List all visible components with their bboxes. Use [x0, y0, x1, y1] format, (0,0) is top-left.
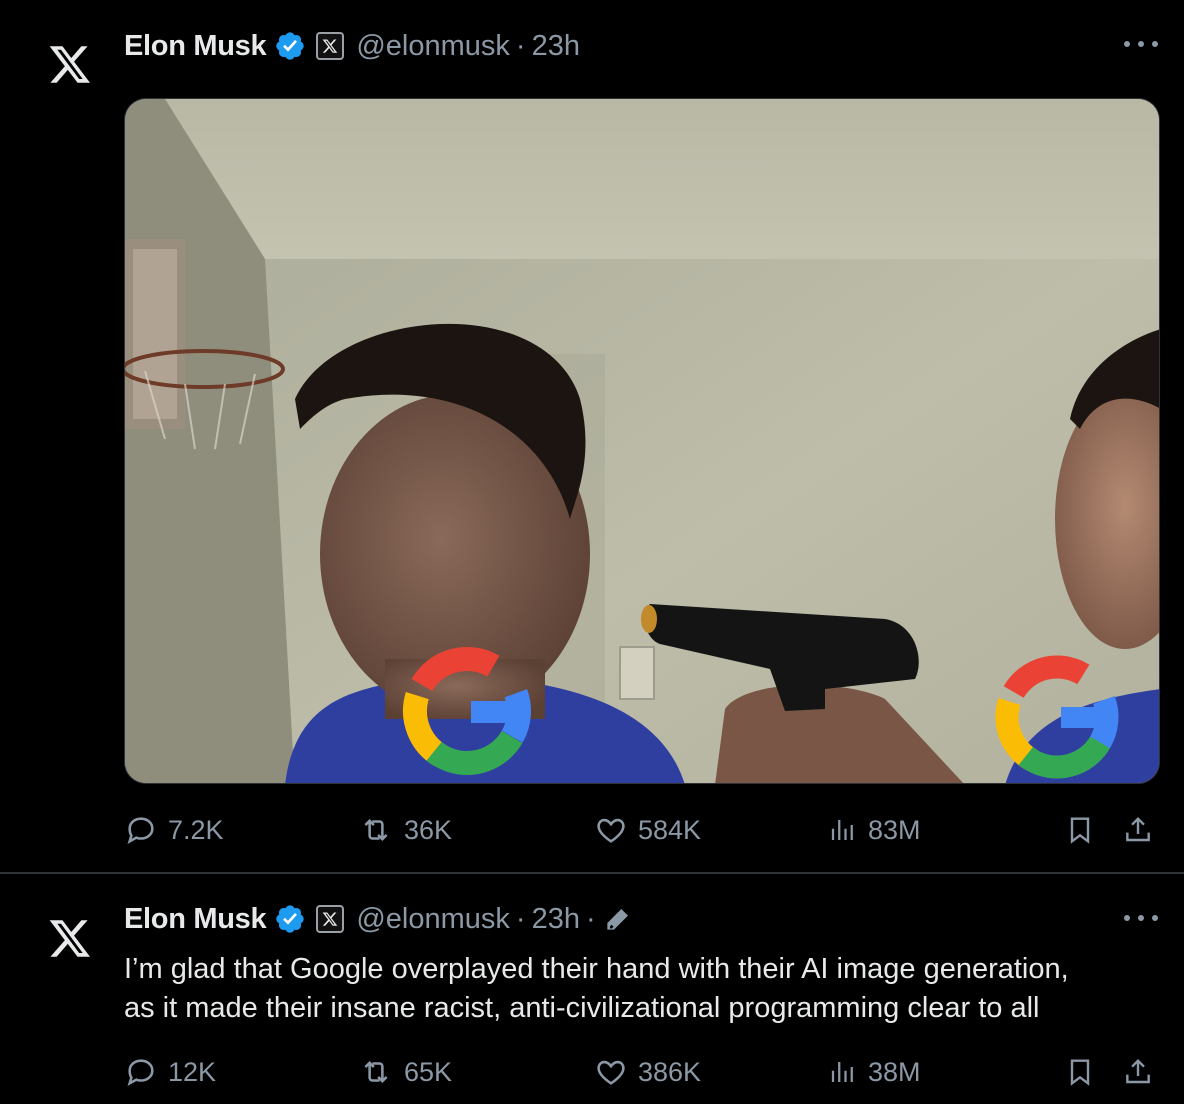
author-handle[interactable]: @elonmusk: [356, 903, 510, 936]
tweet-actions: 7.2K 36K 584K 83M: [124, 810, 1164, 850]
share-button[interactable]: [1118, 1052, 1158, 1092]
views-count: 38M: [868, 1056, 921, 1087]
x-affiliate-badge-icon[interactable]: [316, 905, 345, 933]
like-button[interactable]: 386K: [594, 1052, 701, 1092]
x-affiliate-badge-icon[interactable]: [316, 32, 345, 60]
like-count: 584K: [638, 814, 702, 845]
more-icon[interactable]: [1124, 27, 1158, 61]
views-button[interactable]: 38M: [828, 1052, 921, 1092]
like-icon: [597, 818, 625, 843]
tweet-header: Elon Musk @elonmusk · 23h: [124, 26, 580, 66]
author-name[interactable]: Elon Musk: [124, 30, 267, 63]
views-icon: [831, 1062, 853, 1082]
tweet-header: Elon Musk @elonmusk · 23h ·: [124, 899, 634, 939]
views-count: 83M: [868, 814, 921, 845]
reply-button[interactable]: 7.2K: [124, 810, 224, 850]
tweet[interactable]: Elon Musk @elonmusk · 23h · I’m glad tha…: [0, 874, 1184, 1104]
author-name[interactable]: Elon Musk: [124, 903, 267, 936]
verified-badge-icon[interactable]: [274, 30, 306, 62]
avatar[interactable]: [30, 898, 110, 978]
repost-button[interactable]: 36K: [358, 810, 452, 850]
x-logo-icon: [49, 46, 90, 83]
reply-count: 12K: [168, 1056, 217, 1087]
meme-photo: [125, 99, 1159, 783]
reply-count: 7.2K: [168, 814, 224, 845]
verified-badge-icon[interactable]: [274, 903, 306, 935]
author-handle[interactable]: @elonmusk: [356, 30, 510, 63]
separator: ·: [515, 29, 526, 62]
bookmark-icon: [1070, 817, 1090, 844]
repost-count: 65K: [404, 1056, 453, 1087]
tweet-actions: 12K 65K 386K 38M: [124, 1052, 1164, 1092]
reply-icon: [127, 817, 154, 844]
bookmark-button[interactable]: [1060, 1052, 1100, 1092]
tweet[interactable]: Elon Musk @elonmusk · 23h 7.2K 36K 584K …: [0, 0, 1184, 872]
edit-icon[interactable]: [602, 903, 634, 935]
x-logo-icon: [49, 920, 90, 957]
bookmark-button[interactable]: [1060, 810, 1100, 850]
timestamp[interactable]: 23h: [532, 30, 580, 63]
bookmark-icon: [1070, 1059, 1090, 1086]
tweet-text-line: I’m glad that Google overplayed their ha…: [124, 953, 1069, 985]
separator: ·: [585, 902, 596, 935]
share-icon: [1126, 1058, 1150, 1084]
views-button[interactable]: 83M: [828, 810, 921, 850]
separator: ·: [515, 902, 526, 935]
repost-icon: [364, 818, 388, 842]
tweet-media-image[interactable]: [124, 98, 1160, 784]
repost-icon: [364, 1060, 388, 1084]
timestamp[interactable]: 23h: [532, 903, 580, 936]
tweet-text-line: as it made their insane racist, anti-civ…: [124, 992, 1040, 1024]
like-button[interactable]: 584K: [594, 810, 701, 850]
avatar[interactable]: [30, 24, 110, 104]
more-icon[interactable]: [1124, 901, 1158, 935]
repost-button[interactable]: 65K: [358, 1052, 452, 1092]
like-count: 386K: [638, 1056, 702, 1087]
views-icon: [831, 820, 853, 840]
reply-button[interactable]: 12K: [124, 1052, 216, 1092]
share-button[interactable]: [1118, 810, 1158, 850]
repost-count: 36K: [404, 814, 453, 845]
tweet-text: I’m glad that Google overplayed their ha…: [124, 950, 1164, 1028]
reply-icon: [127, 1059, 154, 1086]
share-icon: [1126, 816, 1150, 842]
like-icon: [597, 1060, 625, 1085]
